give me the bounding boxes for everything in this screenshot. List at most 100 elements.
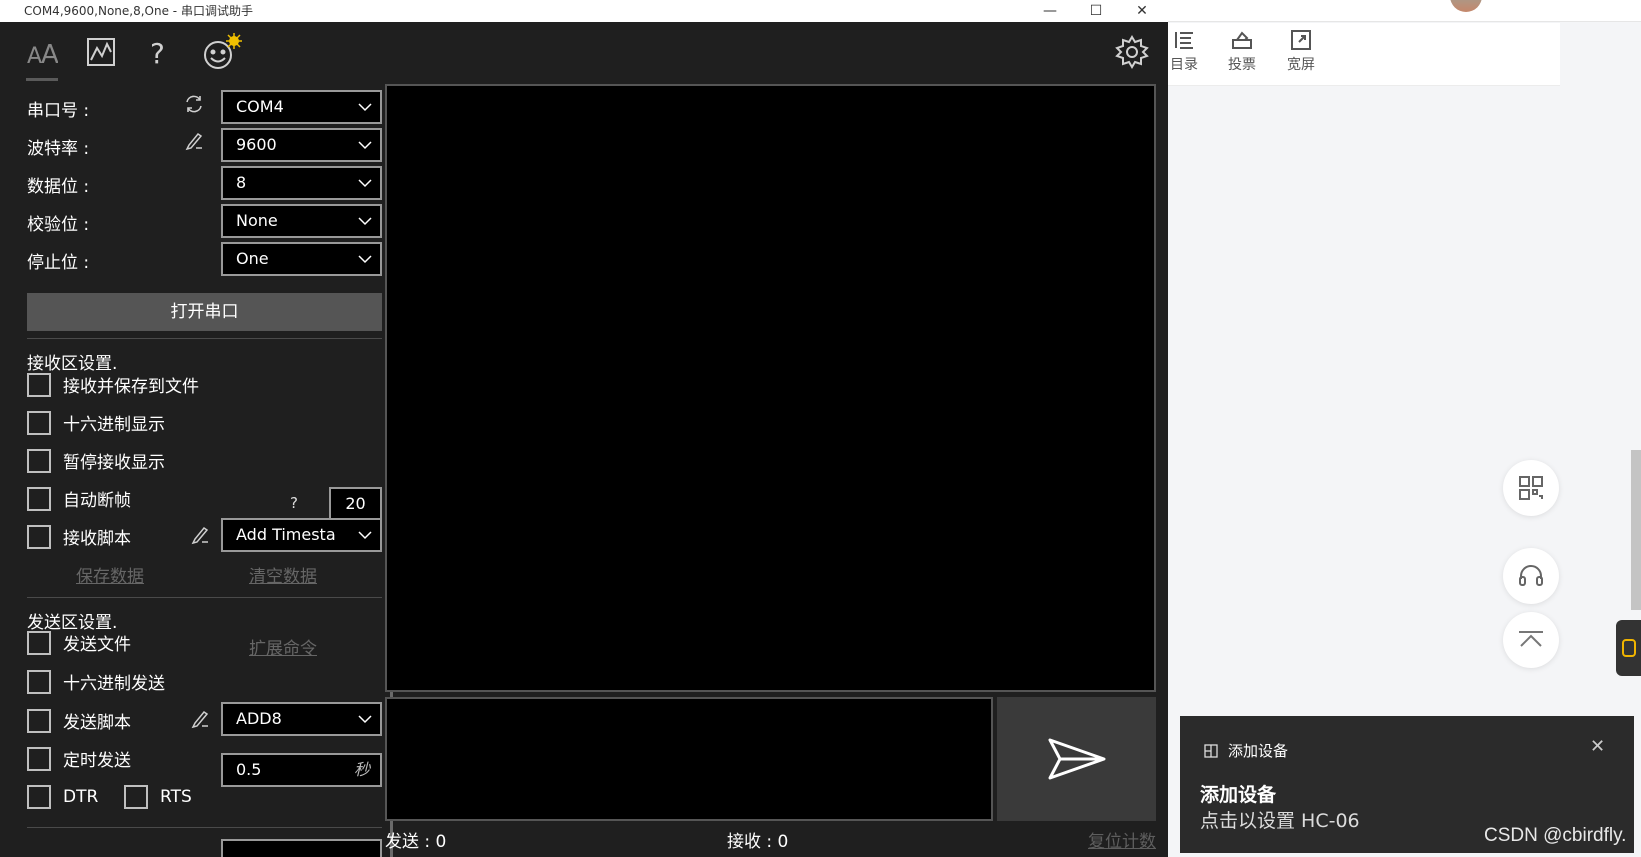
send-textarea[interactable] <box>385 697 993 821</box>
toast-body: 点击以设置 HC-06 <box>1200 810 1360 832</box>
port-label: 串口号 : <box>27 101 90 121</box>
parity-label: 校验位 : <box>27 215 90 235</box>
save-to-file-checkbox[interactable]: 接收并保存到文件 <box>27 372 199 397</box>
close-button[interactable]: ✕ <box>1120 0 1164 22</box>
article-toolbar: 目录 投票 宽屏 <box>1168 23 1560 86</box>
side-tab[interactable] <box>1616 620 1641 676</box>
app-toolbar: AA ? <box>0 22 1168 82</box>
widescreen-label: 宽屏 <box>1287 57 1315 73</box>
user-avatar[interactable] <box>1450 0 1482 12</box>
dtr-label: DTR <box>63 787 99 807</box>
vote-button[interactable]: 投票 <box>1220 29 1264 74</box>
extend-command-link[interactable]: 扩展命令 <box>249 634 317 659</box>
rts-checkbox[interactable]: RTS <box>124 785 192 809</box>
qrcode-icon <box>1519 476 1543 500</box>
window-title: COM4,9600,None,8,One - 串口调试助手 <box>24 4 253 18</box>
hex-send-checkbox[interactable]: 十六进制发送 <box>27 669 165 694</box>
divider <box>27 338 382 339</box>
chevron-down-icon <box>358 179 372 188</box>
hex-display-checkbox[interactable]: 十六进制显示 <box>27 410 165 435</box>
interval-value: 0.5 <box>236 760 262 779</box>
help-icon[interactable]: ? <box>146 32 170 72</box>
toc-label: 目录 <box>1170 57 1198 73</box>
open-port-button[interactable]: 打开串口 <box>27 293 382 331</box>
interval-unit: 秒 <box>353 760 370 779</box>
send-script-label: 发送脚本 <box>63 713 131 733</box>
font-icon[interactable]: AA <box>24 32 60 72</box>
titlebar[interactable]: COM4,9600,None,8,One - 串口调试助手 — ☐ ✕ <box>0 0 1168 22</box>
edit-pen-icon[interactable] <box>190 710 210 734</box>
databits-value: 8 <box>236 173 247 192</box>
checkbox-box <box>27 486 51 511</box>
clear-data-link[interactable]: 清空数据 <box>249 562 317 587</box>
device-icon <box>1204 743 1218 758</box>
baud-value: 9600 <box>236 135 277 154</box>
parity-value: None <box>236 211 278 230</box>
minimize-button[interactable]: — <box>1028 0 1072 22</box>
save-to-file-label: 接收并保存到文件 <box>63 377 199 397</box>
receive-script-select[interactable]: Add Timesta <box>221 518 382 552</box>
edit-pen-icon[interactable] <box>184 132 204 156</box>
receive-script-value: Add Timesta <box>236 525 336 544</box>
port-select[interactable]: COM4 <box>221 90 382 124</box>
hex-send-label: 十六进制发送 <box>63 674 165 694</box>
send-script-select[interactable]: ADD8 <box>221 702 382 736</box>
toast-app-name: 添加设备 <box>1228 742 1289 760</box>
auto-frame-help-icon[interactable]: ? <box>290 494 298 512</box>
receive-textarea[interactable] <box>385 84 1156 692</box>
auto-frame-checkbox[interactable]: 自动断帧 <box>27 486 131 511</box>
vote-label: 投票 <box>1228 57 1256 73</box>
edit-pen-icon[interactable] <box>190 526 210 550</box>
receive-script-checkbox[interactable]: 接收脚本 <box>27 524 131 549</box>
send-script-checkbox[interactable]: 发送脚本 <box>27 708 131 733</box>
toast-title: 添加设备 <box>1200 784 1277 806</box>
stopbits-value: One <box>236 249 269 268</box>
widescreen-button[interactable]: 宽屏 <box>1279 29 1323 74</box>
dtr-checkbox[interactable]: DTR <box>27 785 98 809</box>
checkbox-box <box>27 746 51 771</box>
pause-display-label: 暂停接收显示 <box>63 453 165 473</box>
timed-send-checkbox[interactable]: 定时发送 <box>27 746 131 771</box>
baud-select[interactable]: 9600 <box>221 128 382 162</box>
parity-select[interactable]: None <box>221 204 382 238</box>
toast-close-icon[interactable]: ✕ <box>1590 736 1605 757</box>
send-button[interactable] <box>997 697 1156 821</box>
send-file-checkbox[interactable]: 发送文件 <box>27 630 131 655</box>
emoji-icon[interactable] <box>202 32 244 72</box>
checkbox-box <box>124 785 148 809</box>
refresh-icon[interactable] <box>184 94 204 118</box>
chevron-down-icon <box>358 255 372 264</box>
checkbox-box <box>27 630 51 655</box>
reset-count-link[interactable]: 复位计数 <box>1088 827 1156 852</box>
svg-text:A: A <box>41 40 58 67</box>
toast-header: 添加设备 <box>1204 740 1288 761</box>
toc-button[interactable]: 目录 <box>1162 29 1206 74</box>
svg-text:A: A <box>27 44 42 67</box>
customer-service-button[interactable] <box>1503 548 1559 604</box>
pause-display-checkbox[interactable]: 暂停接收显示 <box>27 448 165 473</box>
chart-icon[interactable] <box>86 32 116 72</box>
checkbox-box <box>27 785 51 809</box>
qrcode-button[interactable] <box>1503 460 1559 516</box>
send-script-value: ADD8 <box>236 709 282 728</box>
settings-icon[interactable] <box>1114 32 1150 72</box>
save-data-link[interactable]: 保存数据 <box>76 562 144 587</box>
page-scrollbar[interactable] <box>1631 450 1641 610</box>
timed-send-label: 定时发送 <box>63 751 131 771</box>
settings-panel: 串口号 : COM4 波特率 : 9600 数据位 : 8 校验位 : None… <box>12 84 393 857</box>
headset-icon <box>1519 565 1543 586</box>
auto-frame-input[interactable]: 20 <box>329 487 382 521</box>
chevron-down-icon <box>358 531 372 540</box>
maximize-button[interactable]: ☐ <box>1074 0 1118 22</box>
partially-hidden-select[interactable] <box>221 839 382 857</box>
interval-input[interactable]: 0.5 秒 <box>221 753 382 787</box>
databits-select[interactable]: 8 <box>221 166 382 200</box>
receive-script-label: 接收脚本 <box>63 529 131 549</box>
databits-label: 数据位 : <box>27 177 90 197</box>
stopbits-select[interactable]: One <box>221 242 382 276</box>
back-to-top-button[interactable] <box>1503 612 1559 668</box>
chevron-down-icon <box>358 217 372 226</box>
chevron-down-icon <box>358 715 372 724</box>
chevron-down-icon <box>358 141 372 150</box>
rts-label: RTS <box>160 787 192 807</box>
